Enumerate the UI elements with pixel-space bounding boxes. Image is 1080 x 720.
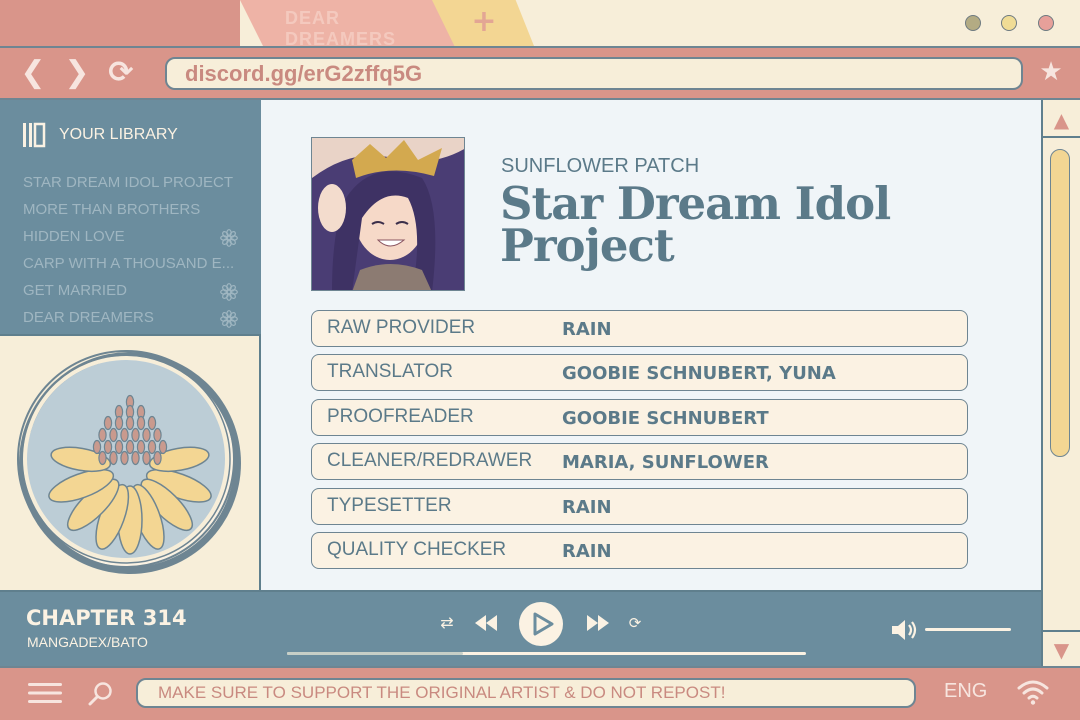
play-icon <box>533 612 554 636</box>
credit-name: GOOBIE SCHNUBERT <box>562 407 769 429</box>
volume-icon[interactable] <box>890 618 918 642</box>
credit-name: RAIN <box>562 541 612 562</box>
credit-role: RAW PROVIDER <box>327 317 476 338</box>
series-title-line-2: Project <box>500 219 675 272</box>
scroll-down-icon[interactable]: ▼ <box>1043 630 1080 666</box>
back-arrow-icon[interactable]: ❮ <box>16 56 50 90</box>
flower-icon <box>220 310 238 328</box>
credit-row: CLEANER/REDRAWER MARIA, SUNFLOWER <box>311 443 968 481</box>
credit-row: QUALITY CHECKER RAIN <box>311 532 968 569</box>
forward-arrow-icon[interactable]: ❯ <box>60 56 94 90</box>
credit-name: GOOBIE SCHNUBERT, YUNA <box>562 363 836 385</box>
credit-name: RAIN <box>562 319 612 340</box>
close-window-button[interactable] <box>1038 15 1054 31</box>
language-indicator[interactable]: ENG <box>944 680 996 706</box>
credit-name: MARIA, SUNFLOWER <box>562 452 769 474</box>
tab-title[interactable]: DEAR DREAMERS <box>285 8 435 49</box>
wifi-icon[interactable] <box>1017 679 1049 705</box>
series-title: Star Dream Idol Project <box>500 181 1020 283</box>
next-icon[interactable] <box>586 614 610 632</box>
chapter-title: CHAPTER 314 <box>26 606 187 630</box>
scrollbar-thumb[interactable] <box>1050 149 1070 457</box>
credit-role: PROOFREADER <box>327 405 474 427</box>
sidebar-item[interactable]: STAR DREAM IDOL PROJECT <box>23 174 238 194</box>
credit-row: TRANSLATOR GOOBIE SCHNUBERT, YUNA <box>311 354 968 392</box>
sidebar-item[interactable]: GET MARRIED <box>23 282 238 302</box>
series-cover-image <box>311 137 465 291</box>
previous-icon[interactable] <box>474 614 498 632</box>
play-button[interactable] <box>519 602 563 646</box>
volume-slider[interactable] <box>925 628 1011 631</box>
menu-icon[interactable] <box>28 683 62 703</box>
shuffle-icon[interactable]: ⇄ <box>436 606 458 640</box>
repeat-icon[interactable]: ⟳ <box>624 606 646 640</box>
credit-role: TRANSLATOR <box>327 361 453 383</box>
sidebar-item[interactable]: CARP WITH A THOUSAND E... <box>23 255 238 275</box>
chapter-progress-fill <box>287 652 464 655</box>
plus-icon[interactable]: + <box>470 6 498 38</box>
minimize-window-button[interactable] <box>965 15 981 31</box>
sunflower-emblem <box>17 350 241 574</box>
url-input[interactable]: discord.gg/erG2zffq5G <box>165 57 1023 90</box>
library-icon <box>23 122 46 148</box>
maximize-window-button[interactable] <box>1001 15 1017 31</box>
credit-row: PROOFREADER GOOBIE SCHNUBERT <box>311 398 968 436</box>
tab-bar-background <box>0 0 240 46</box>
flower-icon <box>220 229 238 247</box>
credit-role: TYPESETTER <box>327 494 452 516</box>
search-icon[interactable] <box>88 681 114 707</box>
credit-role: QUALITY CHECKER <box>327 539 507 560</box>
reload-icon[interactable]: ⟳ <box>104 56 138 90</box>
flower-icon <box>220 283 238 301</box>
credit-row: TYPESETTER RAIN <box>311 487 968 525</box>
credit-row: RAW PROVIDER RAIN <box>311 310 968 347</box>
chapter-source: MANGADEX/BATO <box>27 634 148 650</box>
sidebar-item[interactable]: MORE THAN BROTHERS <box>23 201 238 221</box>
credit-name: RAIN <box>562 496 612 518</box>
credit-role: CLEANER/REDRAWER <box>327 450 533 472</box>
repost-notice: MAKE SURE TO SUPPORT THE ORIGINAL ARTIST… <box>136 678 916 708</box>
sidebar-item[interactable]: DEAR DREAMERS <box>23 309 238 329</box>
scroll-up-icon[interactable]: ▲ <box>1043 102 1080 138</box>
library-title: YOUR LIBRARY <box>59 126 178 143</box>
sidebar-item[interactable]: HIDDEN LOVE <box>23 228 238 248</box>
bookmark-star-icon[interactable]: ★ <box>1038 58 1064 86</box>
